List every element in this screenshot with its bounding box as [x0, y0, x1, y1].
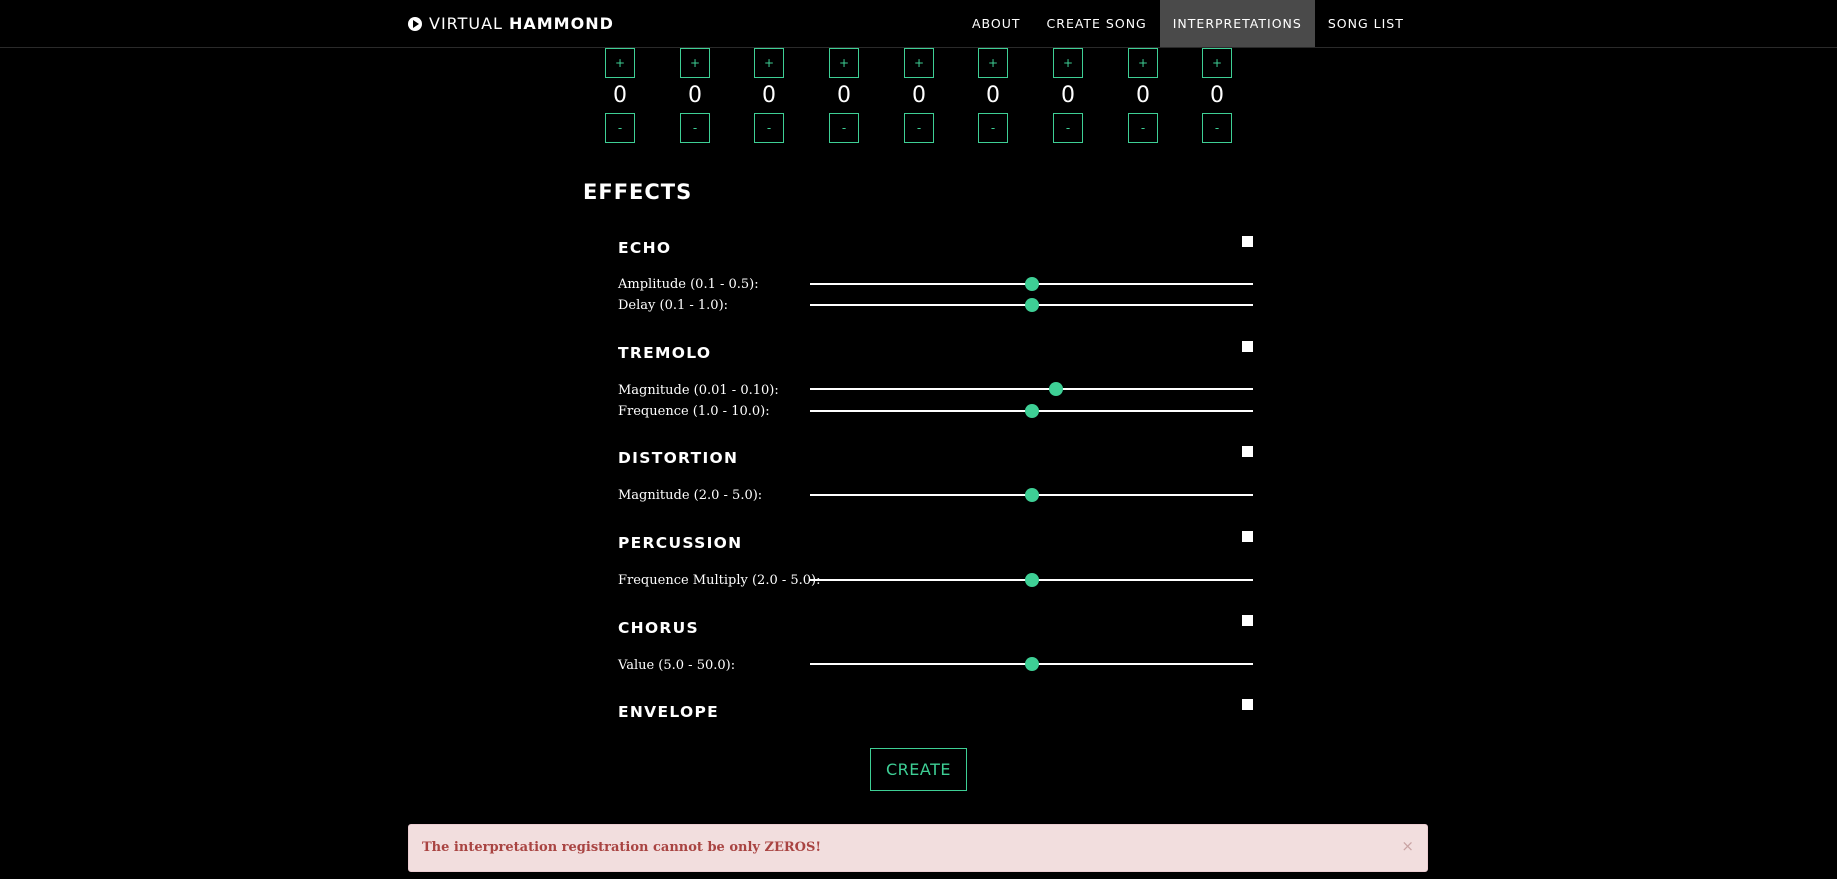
drawbar-column: + 0 - — [754, 48, 784, 143]
drawbar-decrease-button[interactable]: - — [904, 113, 934, 143]
drawbar-value: 0 — [688, 83, 702, 108]
drawbar-increase-button[interactable]: + — [605, 48, 635, 78]
tremolo-toggle[interactable] — [1242, 341, 1253, 352]
drawbar-decrease-button[interactable]: - — [1053, 113, 1083, 143]
nav-song-list[interactable]: SONG LIST — [1315, 0, 1417, 47]
drawbar-increase-button[interactable]: + — [1202, 48, 1232, 78]
tremolo-magnitude-slider[interactable] — [810, 381, 1253, 397]
navbar: VIRTUAL HAMMOND ABOUT CREATE SONG INTERP… — [0, 0, 1837, 48]
drawbar-column: + 0 - — [904, 48, 934, 143]
envelope-toggle[interactable] — [1242, 699, 1253, 710]
percussion-title: PERCUSSION — [618, 534, 743, 552]
drawbar-value: 0 — [613, 83, 627, 108]
slider-thumb[interactable] — [1024, 573, 1039, 587]
drawbar-increase-button[interactable]: + — [680, 48, 710, 78]
effects-heading: EFFECTS — [583, 180, 693, 204]
echo-delay-slider[interactable] — [810, 297, 1253, 313]
drawbar-decrease-button[interactable]: - — [829, 113, 859, 143]
drawbar-value: 0 — [1061, 83, 1075, 108]
distortion-title: DISTORTION — [618, 449, 739, 467]
slider-thumb[interactable] — [1024, 277, 1039, 291]
distortion-magnitude-slider[interactable] — [810, 487, 1253, 503]
play-icon — [408, 16, 422, 31]
nav-menu: ABOUT CREATE SONG INTERPRETATIONS SONG L… — [959, 0, 1417, 47]
drawbar-decrease-button[interactable]: - — [1202, 113, 1232, 143]
drawbar-column: + 0 - — [680, 48, 710, 143]
tremolo-frequence-slider[interactable] — [810, 403, 1253, 419]
distortion-toggle[interactable] — [1242, 446, 1253, 457]
drawbar-decrease-button[interactable]: - — [754, 113, 784, 143]
envelope-title: ENVELOPE — [618, 703, 719, 721]
echo-delay-label: Delay (0.1 - 1.0): — [618, 298, 729, 313]
chorus-value-slider[interactable] — [810, 656, 1253, 672]
percussion-toggle[interactable] — [1242, 531, 1253, 542]
create-button[interactable]: CREATE — [870, 748, 967, 791]
drawbar-increase-button[interactable]: + — [978, 48, 1008, 78]
echo-title: ECHO — [618, 239, 672, 257]
slider-thumb[interactable] — [1024, 404, 1039, 418]
slider-thumb[interactable] — [1024, 298, 1039, 312]
tremolo-frequence-label: Frequence (1.0 - 10.0): — [618, 404, 770, 419]
drawbar-value: 0 — [986, 83, 1000, 108]
drawbar-value: 0 — [912, 83, 926, 108]
percussion-multiply-slider[interactable] — [810, 572, 1253, 588]
drawbar-value: 0 — [837, 83, 851, 108]
error-alert: The interpretation registration cannot b… — [408, 824, 1428, 872]
drawbar-increase-button[interactable]: + — [754, 48, 784, 78]
drawbar-value: 0 — [1136, 83, 1150, 108]
echo-amplitude-label: Amplitude (0.1 - 0.5): — [618, 277, 759, 292]
drawbar-decrease-button[interactable]: - — [680, 113, 710, 143]
drawbar-value: 0 — [1210, 83, 1224, 108]
percussion-multiply-label: Frequence Multiply (2.0 - 5.0): — [618, 573, 821, 588]
drawbar-column: + 0 - — [829, 48, 859, 143]
echo-amplitude-slider[interactable] — [810, 276, 1253, 292]
close-icon[interactable]: × — [1401, 837, 1414, 855]
nav-interpretations[interactable]: INTERPRETATIONS — [1159, 0, 1315, 47]
drawbar-column: + 0 - — [1128, 48, 1158, 143]
alert-message: The interpretation registration cannot b… — [422, 840, 822, 855]
drawbar-decrease-button[interactable]: - — [1128, 113, 1158, 143]
chorus-value-label: Value (5.0 - 50.0): — [618, 658, 736, 673]
echo-toggle[interactable] — [1242, 236, 1253, 247]
chorus-toggle[interactable] — [1242, 615, 1253, 626]
brand-light: VIRTUAL — [429, 14, 503, 33]
drawbar-decrease-button[interactable]: - — [605, 113, 635, 143]
brand-bold: HAMMOND — [508, 14, 614, 33]
brand-logo[interactable]: VIRTUAL HAMMOND — [408, 0, 614, 47]
drawbar-increase-button[interactable]: + — [1053, 48, 1083, 78]
drawbar-increase-button[interactable]: + — [829, 48, 859, 78]
slider-thumb[interactable] — [1024, 488, 1039, 502]
nav-about[interactable]: ABOUT — [959, 0, 1034, 47]
drawbar-column: + 0 - — [978, 48, 1008, 143]
drawbar-value: 0 — [762, 83, 776, 108]
drawbar-increase-button[interactable]: + — [904, 48, 934, 78]
slider-track — [810, 388, 1253, 390]
slider-thumb[interactable] — [1024, 657, 1039, 671]
drawbar-decrease-button[interactable]: - — [978, 113, 1008, 143]
tremolo-title: TREMOLO — [618, 344, 712, 362]
nav-create-song[interactable]: CREATE SONG — [1034, 0, 1160, 47]
chorus-title: CHORUS — [618, 619, 700, 637]
distortion-magnitude-label: Magnitude (2.0 - 5.0): — [618, 488, 763, 503]
drawbar-column: + 0 - — [1053, 48, 1083, 143]
drawbar-column: + 0 - — [1202, 48, 1232, 143]
slider-thumb[interactable] — [1048, 382, 1063, 396]
tremolo-magnitude-label: Magnitude (0.01 - 0.10): — [618, 383, 779, 398]
drawbar-increase-button[interactable]: + — [1128, 48, 1158, 78]
drawbar-column: + 0 - — [605, 48, 635, 143]
